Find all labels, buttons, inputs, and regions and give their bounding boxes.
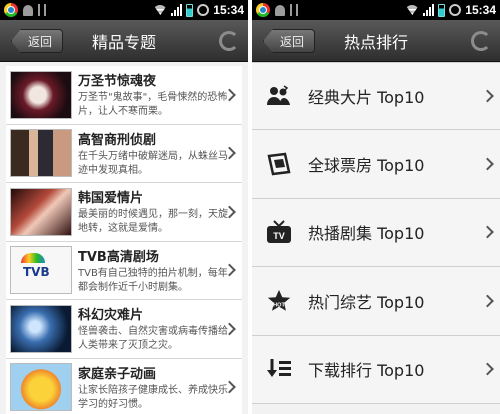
thumbnail-image — [10, 304, 72, 353]
ranking-item-hot-series[interactable]: TV 热播剧集 Top10 — [252, 198, 500, 268]
item-title: 万圣节惊魂夜 — [78, 74, 157, 90]
ranking-item-download-rank[interactable]: 下载排行 Top10 — [252, 335, 500, 404]
signal-icon — [171, 4, 183, 16]
status-bar: 15:34 — [252, 0, 500, 20]
back-button[interactable]: 返回 — [11, 29, 63, 53]
ranking-item-hot-variety[interactable]: HOT 热门综艺 Top10 — [252, 267, 500, 336]
refresh-icon[interactable] — [471, 31, 491, 51]
alarm-icon — [449, 4, 462, 16]
list-item-tvb-theater[interactable]: TVB高清剧场 TVB有自己独特的拍片机制，每年都会制作近千小时剧集。 — [6, 241, 242, 300]
usb-icon — [38, 4, 46, 16]
people-icon — [266, 83, 292, 109]
ranking-label: 热门综艺 Top10 — [308, 292, 425, 312]
list-item-crime-drama[interactable]: 高智商刑侦剧 在千头万绪中破解迷局，从蛛丝马迹中发现真相。 — [6, 124, 242, 183]
battery-icon — [186, 3, 194, 17]
list-item-sci-fi-disaster[interactable]: 科幻灾难片 怪兽袭击、自然灾害或病毒传播给人类带来了灭顶之灾。 — [6, 300, 242, 359]
browser-notification-icon — [256, 3, 270, 17]
thumbnail-image — [10, 363, 72, 412]
signal-icon — [423, 4, 435, 16]
chevron-right-icon — [481, 362, 494, 376]
svg-text:HOT: HOT — [273, 302, 285, 308]
battery-icon — [438, 3, 446, 17]
item-title: 高智商刑侦剧 — [78, 132, 157, 148]
page-title: 精品专题 — [91, 32, 156, 52]
topic-list: 万圣节惊魂夜 万圣节"鬼故事"，毛骨悚然的恐怖片，让人不寒而栗。 高智商刑侦剧 … — [0, 62, 248, 414]
list-item-family-animation[interactable]: 家庭亲子动画 让家长陪孩子健康成长、养成快乐学习的好习惯。 — [6, 358, 242, 414]
item-description: 在千头万绪中破解迷局，从蛛丝马迹中发现真相。 — [78, 150, 228, 176]
browser-notification-icon — [4, 3, 18, 17]
status-time: 15:34 — [465, 3, 496, 17]
chevron-right-icon — [481, 89, 494, 103]
ranking-label: 全球票房 Top10 — [308, 156, 425, 176]
title-bar: 返回 精品专题 — [0, 20, 248, 62]
ranking-label: 经典大片 Top10 — [308, 88, 425, 108]
film-ticket-icon — [266, 151, 292, 177]
item-title: 韩国爱情片 — [78, 191, 144, 207]
status-bar: 15:34 — [0, 0, 248, 20]
usb-icon — [290, 4, 298, 16]
android-debug-icon — [275, 4, 285, 16]
ranking-item-global-box-office[interactable]: 全球票房 Top10 — [252, 130, 500, 199]
item-description: TVB有自己独特的拍片机制，每年都会制作近千小时剧集。 — [78, 267, 228, 293]
thumbnail-image — [10, 187, 72, 236]
ranking-item-classic-movies[interactable]: 经典大片 Top10 — [252, 62, 500, 131]
item-title: 家庭亲子动画 — [78, 366, 157, 382]
wifi-icon — [405, 5, 420, 15]
chevron-right-icon — [481, 226, 494, 239]
hot-star-icon: HOT — [266, 288, 292, 314]
thumbnail-image — [10, 246, 72, 295]
wifi-icon — [153, 5, 168, 15]
item-title: 科幻灾难片 — [78, 308, 144, 324]
ranking-label: 下载排行 Top10 — [308, 361, 425, 381]
item-description: 让家长陪孩子健康成长、养成快乐学习的好习惯。 — [78, 384, 228, 410]
svg-text:TV: TV — [273, 231, 285, 241]
item-description: 最美丽的时候遇见，那一刻，天旋地转，这就是爱情。 — [78, 209, 228, 235]
thumbnail-image — [10, 129, 72, 178]
item-description: 万圣节"鬼故事"，毛骨悚然的恐怖片，让人不寒而栗。 — [78, 92, 228, 118]
page-title: 热点排行 — [343, 32, 408, 52]
status-time: 15:34 — [213, 3, 244, 17]
title-bar: 返回 热点排行 — [252, 20, 500, 62]
tv-icon: TV — [266, 219, 292, 245]
alarm-icon — [197, 4, 210, 16]
ranking-label: 热播剧集 Top10 — [308, 224, 425, 244]
android-debug-icon — [23, 4, 33, 16]
item-title: TVB高清剧场 — [78, 249, 159, 265]
screen-hot-rankings: 15:34 返回 热点排行 经典大片 Top10 全球票房 Top10 TV 热… — [252, 0, 500, 414]
list-item-halloween[interactable]: 万圣节惊魂夜 万圣节"鬼故事"，毛骨悚然的恐怖片，让人不寒而栗。 — [6, 66, 242, 125]
list-item-korean-romance[interactable]: 韩国爱情片 最美丽的时候遇见，那一刻，天旋地转，这就是爱情。 — [6, 183, 242, 242]
chevron-right-icon — [481, 294, 494, 308]
chevron-right-icon — [481, 157, 494, 171]
thumbnail-image — [10, 70, 72, 119]
item-description: 怪兽袭击、自然灾害或病毒传播给人类带来了灭顶之灾。 — [78, 326, 228, 352]
refresh-icon[interactable] — [219, 31, 239, 51]
back-button[interactable]: 返回 — [263, 29, 315, 53]
download-list-icon — [266, 356, 292, 382]
screen-featured-topics: 15:34 返回 精品专题 万圣节惊魂夜 万圣节"鬼故事"，毛骨悚然的恐怖片，让… — [0, 0, 248, 414]
ranking-list: 经典大片 Top10 全球票房 Top10 TV 热播剧集 Top10 HOT … — [252, 62, 500, 404]
